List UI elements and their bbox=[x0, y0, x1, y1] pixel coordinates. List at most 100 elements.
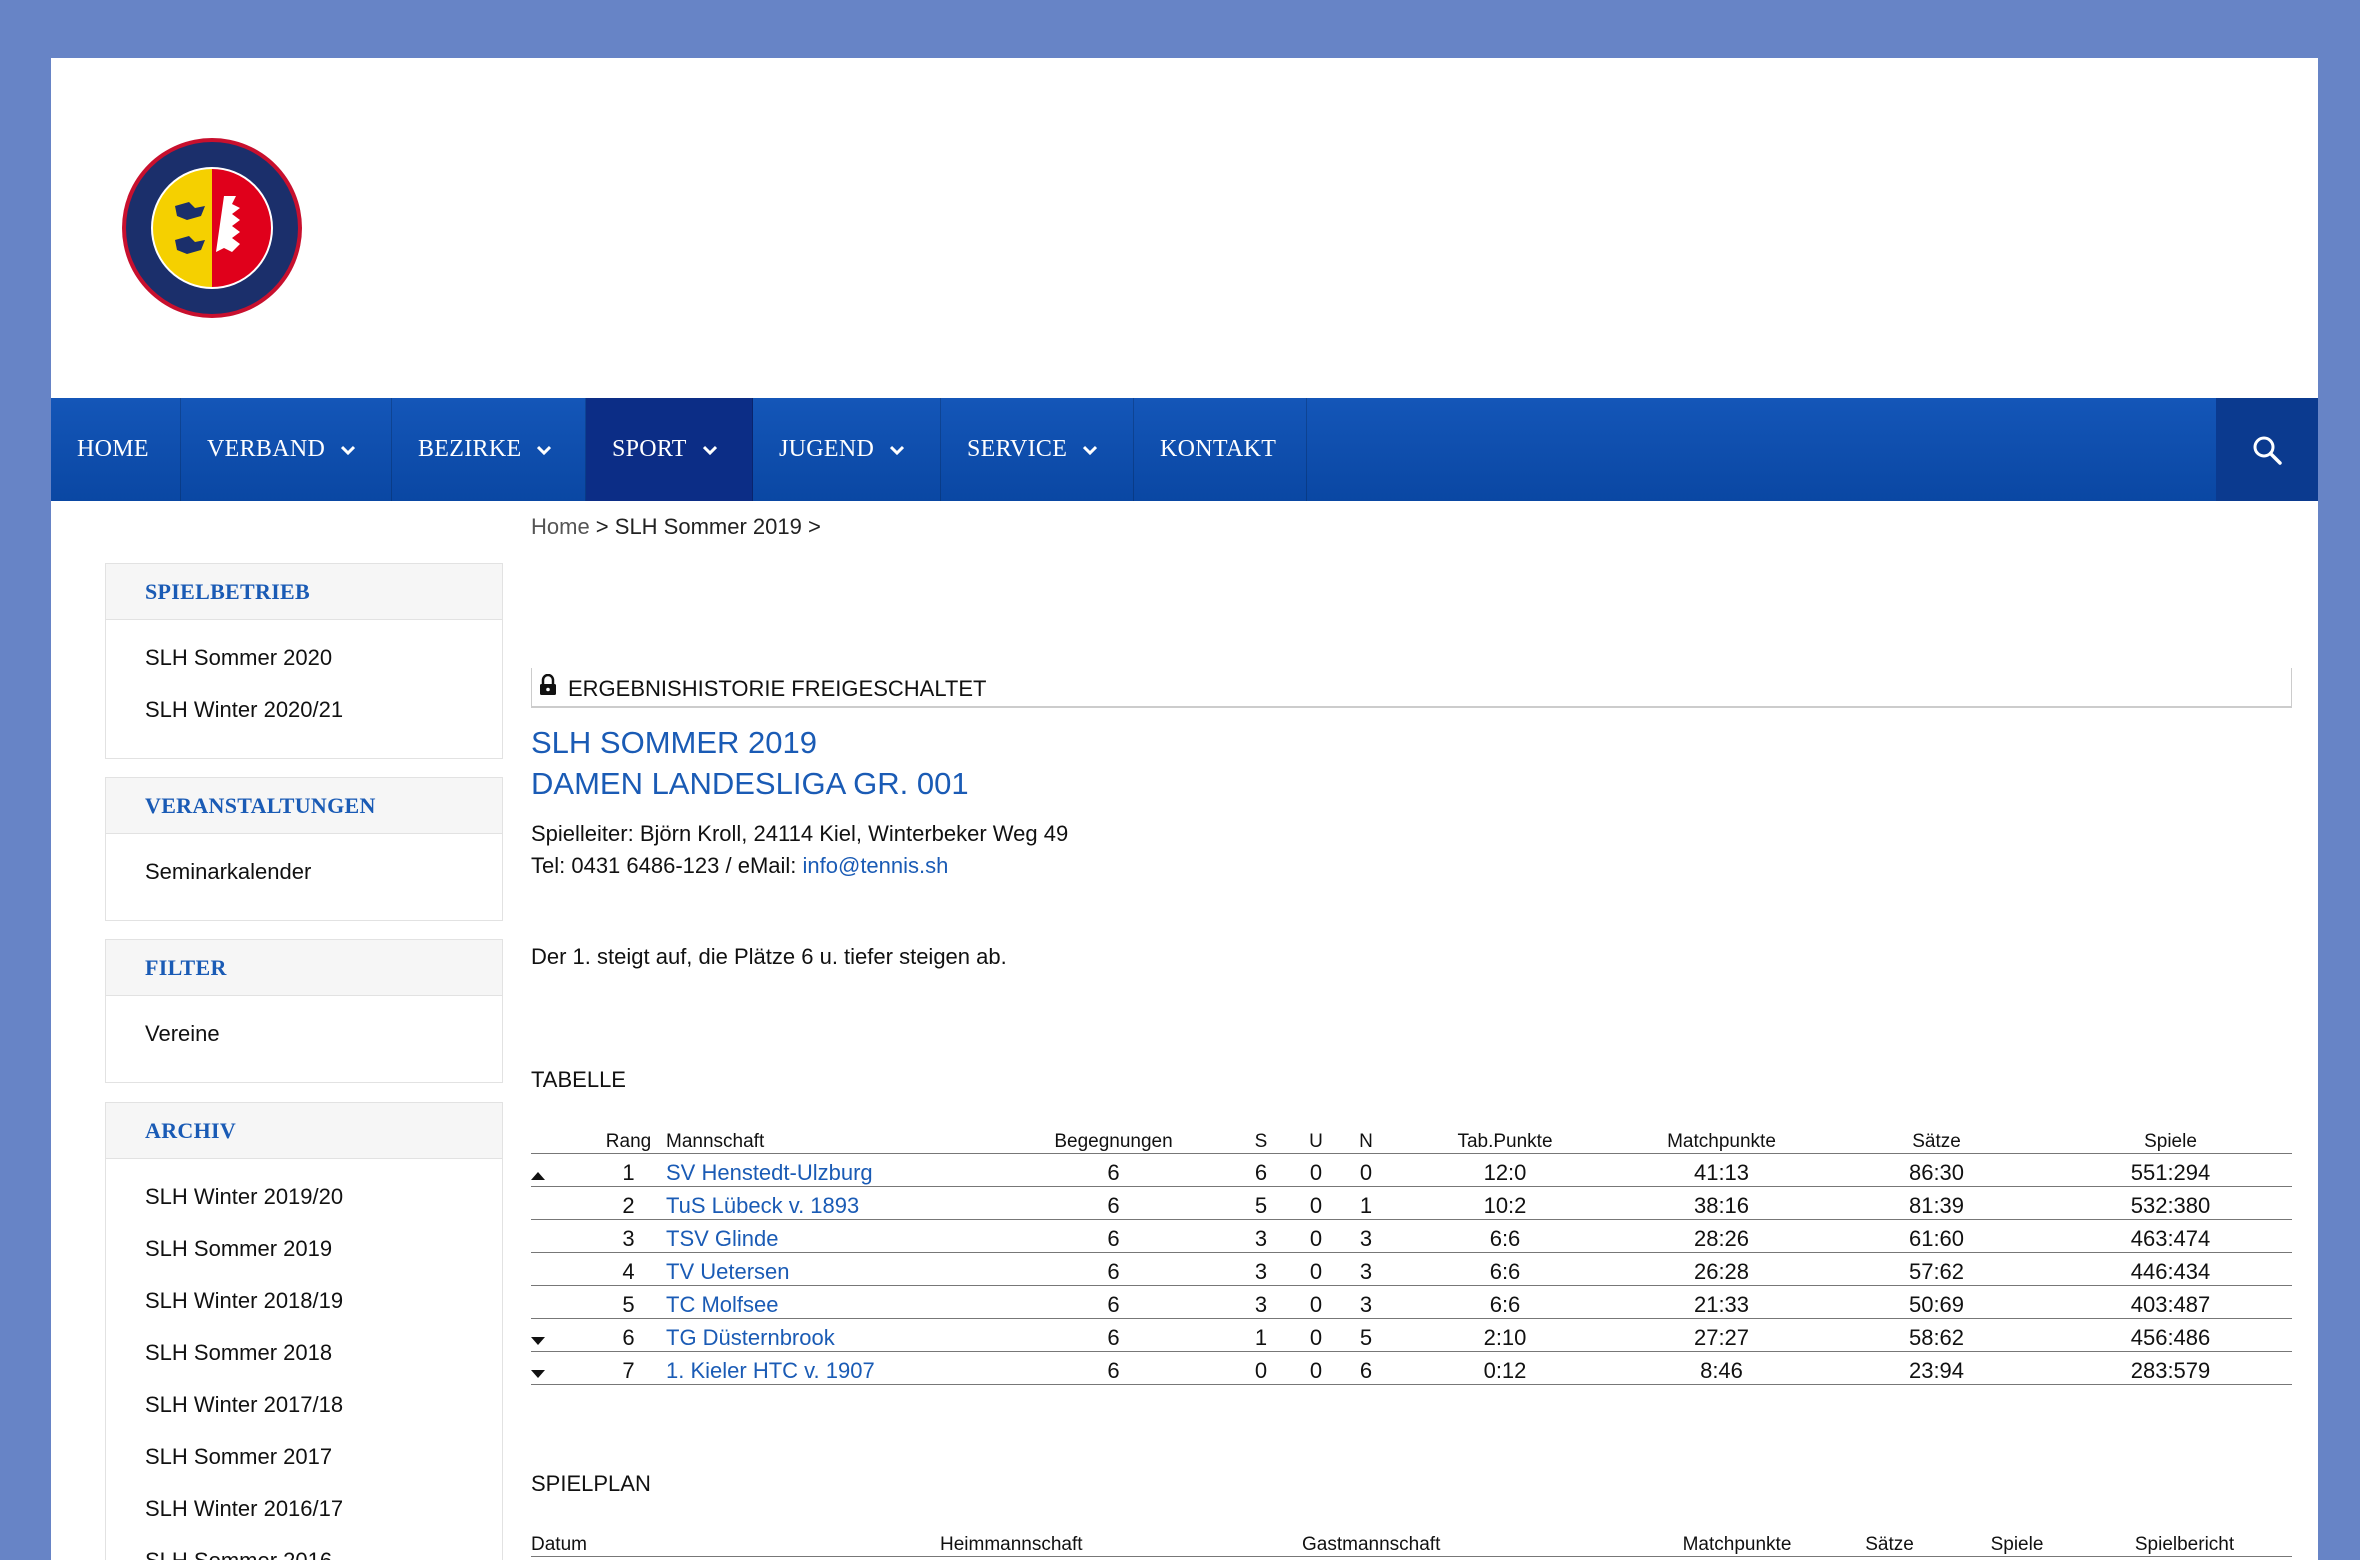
header-spiele: Spiele bbox=[1957, 1525, 2077, 1557]
u-cell: 0 bbox=[1291, 1153, 1341, 1187]
nav-kontakt-label: KONTAKT bbox=[1160, 436, 1277, 462]
saetze-cell: 57:62 bbox=[1824, 1252, 2049, 1286]
nav-sport-label: SPORT bbox=[612, 436, 687, 462]
team-cell: TuS Lübeck v. 1893 bbox=[666, 1186, 996, 1220]
standings-row: 2 TuS Lübeck v. 1893 6 5 0 1 10:2 38:16 81:39 532… bbox=[531, 1186, 2292, 1220]
rang-cell: 6 bbox=[591, 1318, 666, 1352]
sidebar-item-archiv[interactable]: SLH Sommer 2016 bbox=[145, 1548, 332, 1560]
u-cell: 0 bbox=[1291, 1351, 1341, 1385]
sidebar-item-vereine[interactable]: Vereine bbox=[145, 1021, 220, 1047]
nav-sport[interactable]: SPORT bbox=[586, 398, 753, 501]
rang-cell: 3 bbox=[591, 1219, 666, 1253]
sidebar-item-archiv[interactable]: SLH Sommer 2017 bbox=[145, 1444, 332, 1470]
header-marker bbox=[531, 1122, 591, 1154]
sidebar-item-slh-sommer-2020[interactable]: SLH Sommer 2020 bbox=[145, 645, 332, 671]
u-cell: 0 bbox=[1291, 1285, 1341, 1319]
saetze-cell: 23:94 bbox=[1824, 1351, 2049, 1385]
breadcrumb-home[interactable]: Home bbox=[531, 514, 590, 539]
search-button[interactable] bbox=[2216, 398, 2318, 501]
beg-cell: 6 bbox=[996, 1186, 1231, 1220]
nav-verband[interactable]: VERBAND bbox=[181, 398, 392, 501]
sidebar-item-slh-winter-2020-21[interactable]: SLH Winter 2020/21 bbox=[145, 697, 343, 723]
sidebar-filter: FILTER Vereine bbox=[105, 939, 503, 1083]
match-cell: 38:16 bbox=[1619, 1186, 1824, 1220]
s-cell: 3 bbox=[1231, 1219, 1291, 1253]
beg-cell: 6 bbox=[996, 1351, 1231, 1385]
sidebar-heading: FILTER bbox=[106, 940, 502, 996]
sidebar-item-archiv[interactable]: SLH Winter 2018/19 bbox=[145, 1288, 343, 1314]
s-cell: 3 bbox=[1231, 1285, 1291, 1319]
triangle-down-icon bbox=[531, 1337, 545, 1345]
sidebar-item-archiv[interactable]: SLH Sommer 2018 bbox=[145, 1340, 332, 1366]
rang-cell: 5 bbox=[591, 1285, 666, 1319]
team-cell: TSV Glinde bbox=[666, 1219, 996, 1253]
breadcrumb-current[interactable]: SLH Sommer 2019 bbox=[615, 514, 802, 539]
n-cell: 3 bbox=[1341, 1285, 1391, 1319]
spiele-cell: 532:380 bbox=[2049, 1186, 2292, 1220]
n-cell: 0 bbox=[1341, 1153, 1391, 1187]
team-link[interactable]: TV Uetersen bbox=[666, 1259, 790, 1284]
header-saetze: Sätze bbox=[1822, 1525, 1957, 1557]
tennisverband-logo[interactable] bbox=[120, 136, 304, 320]
team-link[interactable]: 1. Kieler HTC v. 1907 bbox=[666, 1358, 875, 1383]
rank-marker bbox=[531, 1153, 591, 1187]
team-cell: TC Molfsee bbox=[666, 1285, 996, 1319]
sidebar-heading: ARCHIV bbox=[106, 1103, 502, 1159]
saetze-cell: 86:30 bbox=[1824, 1153, 2049, 1187]
nav-jugend[interactable]: JUGEND bbox=[753, 398, 941, 501]
header-datum: Datum bbox=[531, 1525, 607, 1557]
standings-row: 4 TV Uetersen 6 3 0 3 6:6 26:28 57:62 446:434 bbox=[531, 1252, 2292, 1286]
tab-cell: 2:10 bbox=[1391, 1318, 1619, 1352]
nav-home[interactable]: HOME bbox=[51, 398, 181, 501]
standings-row: 7 1. Kieler HTC v. 1907 6 0 0 6 0:12 8:46 23:94 2… bbox=[531, 1351, 2292, 1385]
page-container: HOME VERBAND BEZIRKE SPORT JUGEND SERVIC… bbox=[51, 58, 2318, 1560]
rank-marker bbox=[531, 1318, 591, 1352]
sidebar-item-archiv[interactable]: SLH Winter 2016/17 bbox=[145, 1496, 343, 1522]
nav-jugend-label: JUGEND bbox=[779, 436, 875, 462]
chevron-down-icon bbox=[1083, 445, 1098, 455]
saetze-cell: 61:60 bbox=[1824, 1219, 2049, 1253]
team-link[interactable]: SV Henstedt-Ulzburg bbox=[666, 1160, 873, 1185]
n-cell: 6 bbox=[1341, 1351, 1391, 1385]
sidebar-item-archiv[interactable]: SLH Winter 2019/20 bbox=[145, 1184, 343, 1210]
nav-bezirke[interactable]: BEZIRKE bbox=[392, 398, 586, 501]
header-mannschaft: Mannschaft bbox=[666, 1122, 996, 1154]
match-cell: 5:4 bbox=[1652, 1557, 1822, 1560]
rang-cell: 7 bbox=[591, 1351, 666, 1385]
tabelle-title: TABELLE bbox=[531, 1067, 626, 1092]
s-cell: 0 bbox=[1231, 1351, 1291, 1385]
tab-cell: 6:6 bbox=[1391, 1252, 1619, 1286]
sidebar-archiv: ARCHIV SLH Winter 2019/20 SLH Sommer 201… bbox=[105, 1102, 503, 1560]
sidebar-item-archiv[interactable]: SLH Winter 2017/18 bbox=[145, 1392, 343, 1418]
email-link[interactable]: info@tennis.sh bbox=[803, 853, 949, 878]
team-link[interactable]: TuS Lübeck v. 1893 bbox=[666, 1193, 859, 1218]
tab-cell: 0:12 bbox=[1391, 1351, 1619, 1385]
team-cell: TV Uetersen bbox=[666, 1252, 996, 1286]
rank-marker bbox=[531, 1351, 591, 1385]
nav-verband-label: VERBAND bbox=[207, 436, 326, 462]
tab-cell: 6:6 bbox=[1391, 1219, 1619, 1253]
spiele-cell: 283:579 bbox=[2049, 1351, 2292, 1385]
contact-info: Tel: 0431 6486-123 / eMail: info@tennis.… bbox=[531, 853, 948, 879]
spiele-cell: 91:73 bbox=[1957, 1557, 2077, 1560]
header-u: U bbox=[1291, 1122, 1341, 1154]
tab-cell: 6:6 bbox=[1391, 1285, 1619, 1319]
team-link[interactable]: TC Molfsee bbox=[666, 1292, 778, 1317]
standings-row: 5 TC Molfsee 6 3 0 3 6:6 21:33 50:69 403:487 bbox=[531, 1285, 2292, 1319]
team-link[interactable]: TSV Glinde bbox=[666, 1226, 779, 1251]
sidebar-item-archiv[interactable]: SLH Sommer 2019 bbox=[145, 1236, 332, 1262]
ergebnishistorie-label: ERGEBNISHISTORIE FREIGESCHALTET bbox=[568, 676, 987, 701]
team-link[interactable]: TG Düsternbrook bbox=[666, 1325, 835, 1350]
header-matchpunkte: Matchpunkte bbox=[1619, 1122, 1824, 1154]
nav-home-label: HOME bbox=[77, 436, 149, 462]
nav-bezirke-label: BEZIRKE bbox=[418, 436, 522, 462]
sidebar-item-seminarkalender[interactable]: Seminarkalender bbox=[145, 859, 311, 885]
n-cell: 3 bbox=[1341, 1219, 1391, 1253]
nav-kontakt[interactable]: KONTAKT bbox=[1134, 398, 1307, 501]
spielleiter-info: Spielleiter: Björn Kroll, 24114 Kiel, Wi… bbox=[531, 821, 1069, 846]
day-cell: Sa. bbox=[531, 1557, 607, 1560]
saetze-cell: 12:9 bbox=[1822, 1557, 1957, 1560]
match-cell: 21:33 bbox=[1619, 1285, 1824, 1319]
nav-service[interactable]: SERVICE bbox=[941, 398, 1134, 501]
header-datetime bbox=[607, 1525, 940, 1557]
